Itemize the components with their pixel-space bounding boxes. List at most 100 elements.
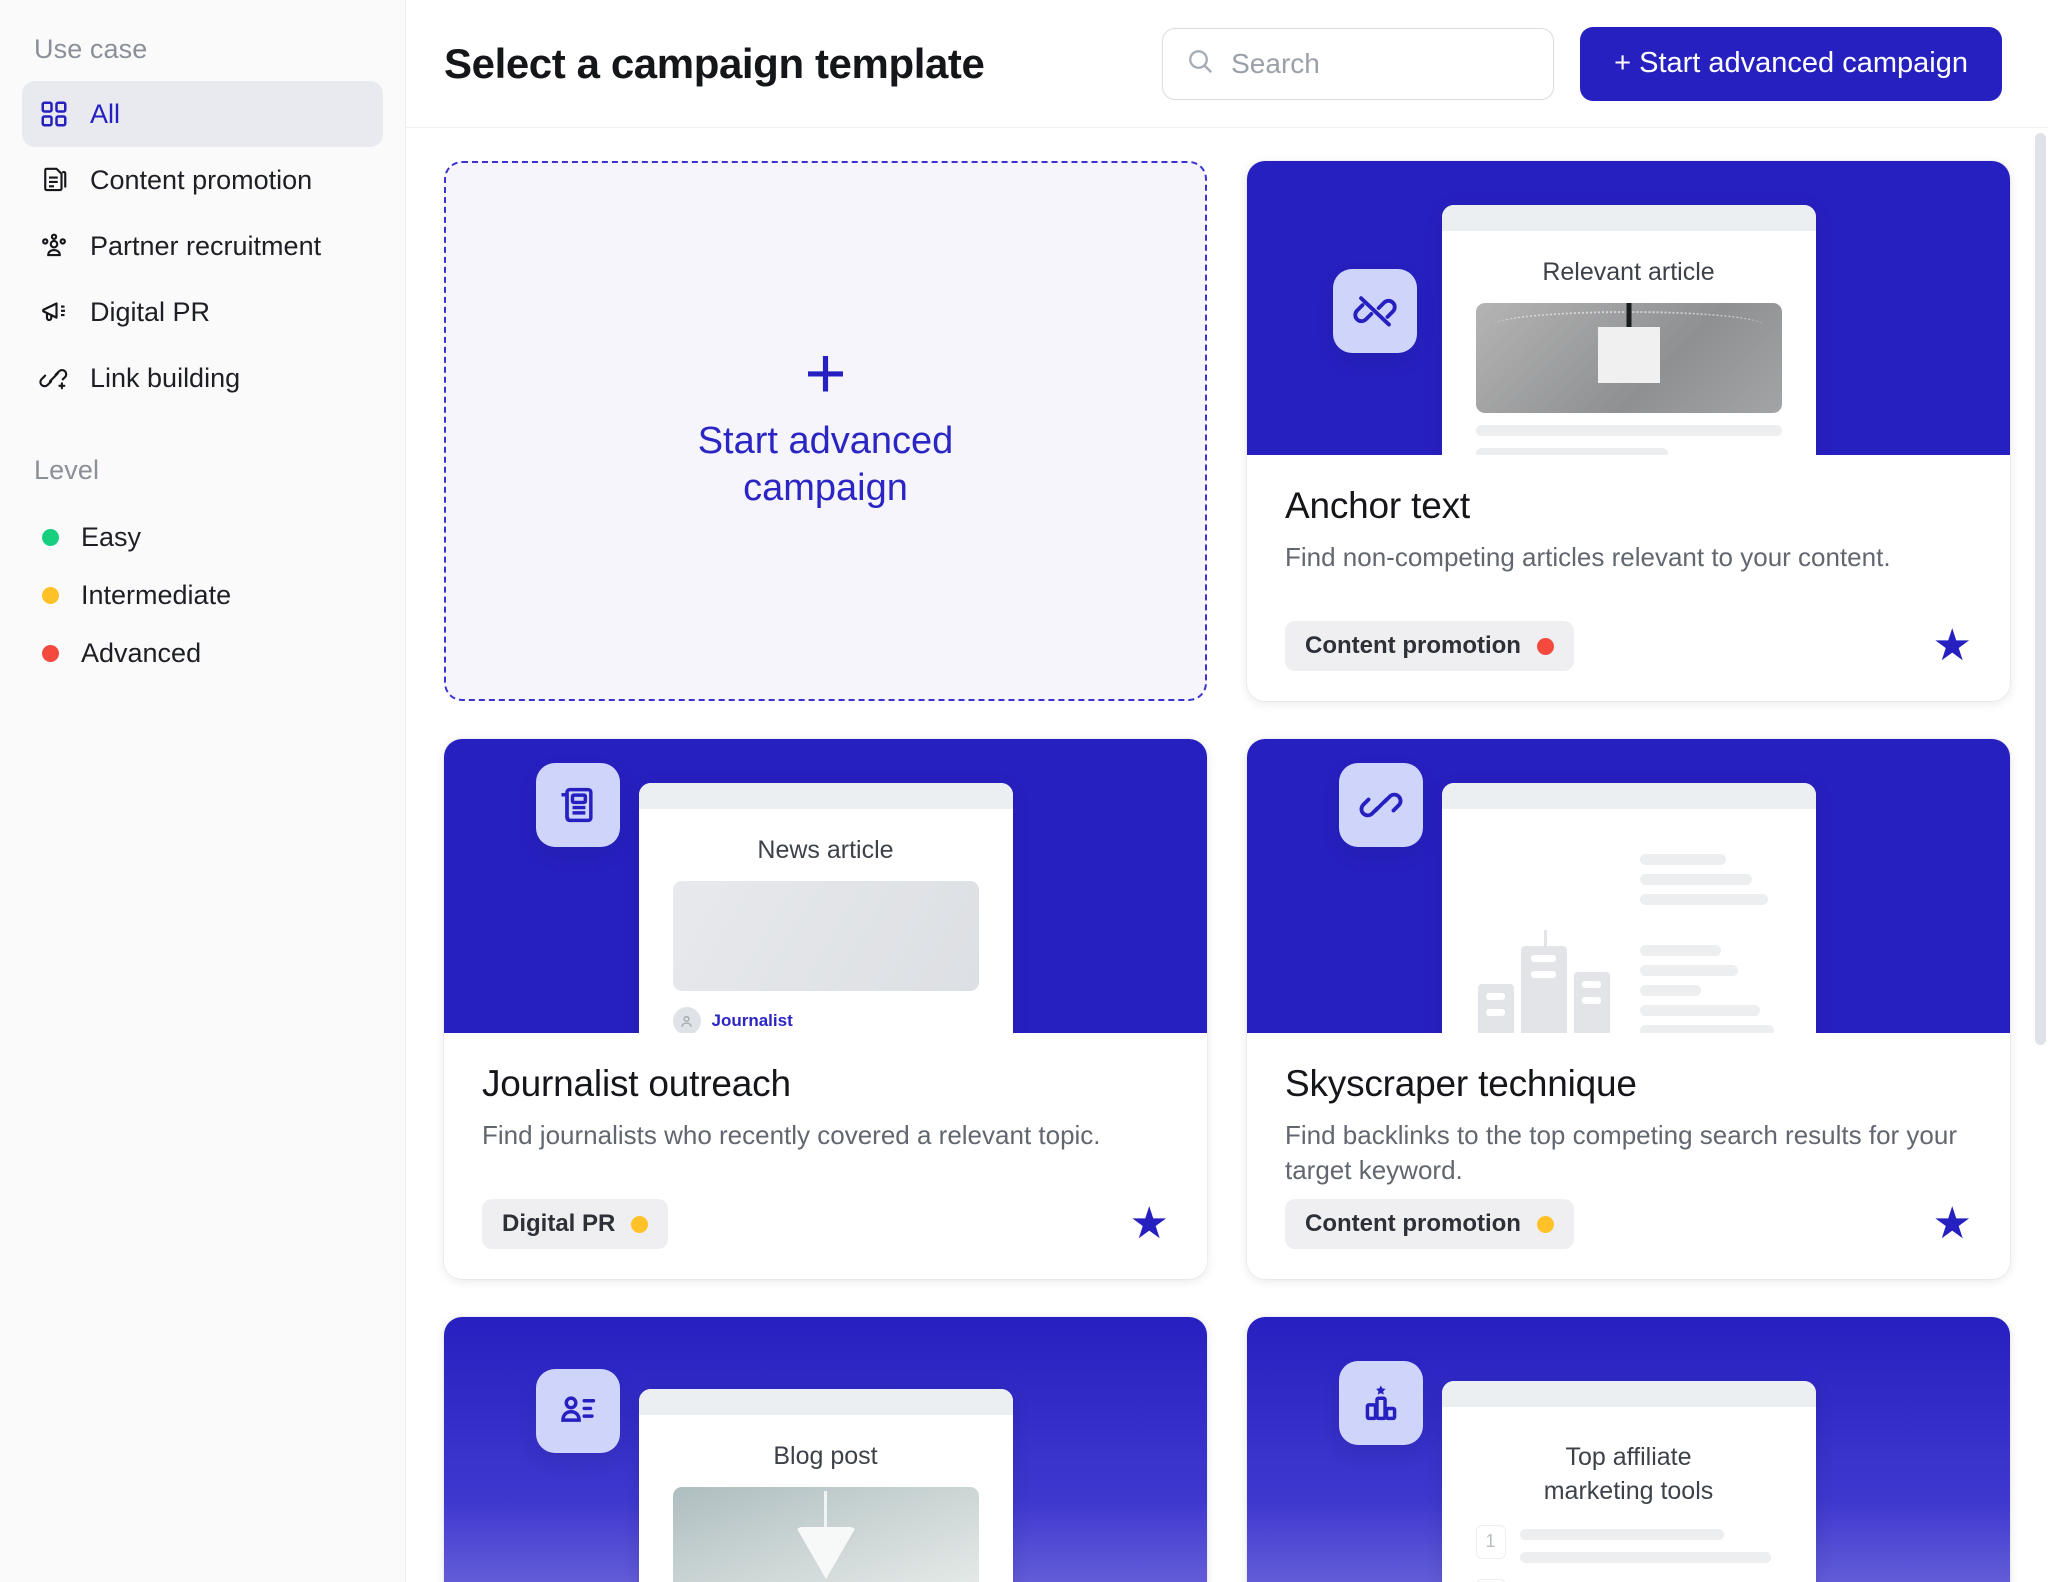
tag-label: Content promotion (1305, 1210, 1521, 1237)
level-filter-easy[interactable]: Easy (22, 508, 383, 566)
browser-mockup: Top affiliate marketing tools 1 (1441, 1381, 1816, 1582)
megaphone-icon (38, 296, 70, 328)
building-tall (1520, 930, 1567, 1033)
avatar (672, 1007, 701, 1033)
template-card-journalist-outreach[interactable]: News article Journalist Journalist outre… (444, 739, 1207, 1279)
sidebar-item-digital-pr[interactable]: Digital PR (22, 279, 383, 345)
start-advanced-campaign-button[interactable]: + Start advanced campaign (1580, 26, 2002, 101)
sidebar-item-all[interactable]: All (22, 81, 383, 147)
main-content: Select a campaign template Search + Star… (406, 0, 2048, 1582)
app-root: Use case All Content promotion Partner r… (0, 0, 2048, 1582)
browser-mockup: News article Journalist (638, 783, 1013, 1033)
favorite-star-icon[interactable]: ★ (1130, 1202, 1169, 1246)
sidebar-item-label: All (90, 98, 121, 129)
level-heading: Level (34, 455, 100, 485)
mockup-body: Blog post (639, 1415, 1013, 1582)
card-footer: Content promotion ★ (1285, 1199, 1972, 1279)
mockup-titlebar (638, 1389, 1013, 1415)
placeholder-line (1639, 985, 1702, 996)
card-body: Skyscraper technique Find backlinks to t… (1247, 1033, 2010, 1279)
level-filter-intermediate[interactable]: Intermediate (22, 566, 383, 624)
scrollbar-thumb[interactable] (2035, 133, 2046, 1045)
byline-name: Journalist (711, 1011, 793, 1030)
price-tag-illustration (1476, 303, 1782, 413)
ranked-item: 1 (1475, 1524, 1782, 1563)
level-label: Easy (81, 521, 142, 552)
building-medium (1573, 972, 1610, 1033)
placeholder-line (1639, 854, 1727, 865)
text-placeholder-group (1639, 845, 1780, 1033)
template-card-affiliate-roundup[interactable]: Top affiliate marketing tools 1 (1247, 1317, 2010, 1582)
template-card-anchor-text[interactable]: Relevant article Anchor text Find non-co… (1247, 161, 2010, 701)
mockup-body (1442, 809, 1816, 1033)
sidebar-item-content-promotion[interactable]: Content promotion (22, 147, 383, 213)
skyscraper-illustration (1468, 819, 1790, 1033)
sidebar-item-label: Content promotion (90, 164, 313, 195)
template-card-blogger-outreach[interactable]: Blog post (444, 1317, 1207, 1582)
filter-sidebar: Use case All Content promotion Partner r… (0, 0, 406, 1582)
page-header: Select a campaign template Search + Star… (406, 0, 2048, 128)
card-thumbnail (1247, 739, 2010, 1033)
mockup-titlebar (1441, 205, 1816, 231)
ranked-list: 1 2 (1475, 1524, 1782, 1582)
mockup-titlebar (1441, 1381, 1816, 1407)
tag-square (1597, 327, 1660, 383)
lamp-cord (824, 1491, 827, 1527)
placeholder-line (1639, 965, 1738, 976)
lamp-illustration (673, 1487, 979, 1582)
users-icon (38, 230, 70, 262)
placeholder-line (1519, 1551, 1772, 1563)
card-title: Anchor text (1285, 485, 1470, 526)
link-icon (1339, 763, 1423, 847)
placeholder-line (1519, 1528, 1724, 1540)
newspaper-icon (536, 763, 620, 847)
card-body: Anchor text Find non-competing articles … (1247, 455, 2010, 701)
sidebar-item-label: Partner recruitment (90, 230, 322, 261)
card-thumbnail: News article Journalist (444, 739, 1207, 1033)
level-dot (631, 1215, 649, 1233)
tag-label: Digital PR (502, 1210, 616, 1237)
search-icon (1185, 46, 1215, 81)
browser-mockup (1441, 783, 1816, 1033)
contact-card-icon (536, 1369, 620, 1453)
mockup-title: Blog post (773, 1442, 878, 1470)
plus-icon: + (804, 334, 847, 415)
search-placeholder: Search (1231, 47, 1320, 79)
placeholder-line (1639, 945, 1721, 956)
favorite-star-icon[interactable]: ★ (1933, 1202, 1972, 1246)
placeholder-line (1475, 425, 1782, 436)
template-grid-scroll: + Start advanced campaign Relevant artic… (406, 129, 2048, 1582)
sidebar-item-partner-recruitment[interactable]: Partner recruitment (22, 213, 383, 279)
buildings-group (1477, 930, 1610, 1033)
vertical-scrollbar[interactable] (2034, 129, 2048, 1582)
mockup-titlebar (638, 783, 1013, 809)
placeholder-line (1475, 448, 1669, 455)
card-description: Find journalists who recently covered a … (482, 1119, 1101, 1150)
card-thumbnail: Relevant article (1247, 161, 2010, 455)
document-icon (38, 164, 70, 196)
browser-mockup: Blog post (638, 1389, 1013, 1582)
placeholder-line (1639, 1005, 1760, 1016)
favorite-star-icon[interactable]: ★ (1933, 624, 1972, 668)
rank-lines (1519, 1525, 1782, 1563)
card-title: Skyscraper technique (1285, 1063, 1637, 1104)
start-advanced-campaign-card-label: Start advanced campaign (697, 419, 954, 510)
search-input[interactable]: Search (1162, 27, 1555, 100)
antenna (1543, 930, 1547, 946)
start-advanced-campaign-card[interactable]: + Start advanced campaign (444, 161, 1207, 701)
level-label: Advanced (81, 637, 202, 668)
card-footer: Digital PR ★ (482, 1199, 1169, 1279)
card-footer: Content promotion ★ (1285, 621, 1972, 701)
card-title: Journalist outreach (482, 1063, 791, 1104)
rank-number: 1 (1475, 1524, 1506, 1559)
sidebar-item-link-building[interactable]: Link building (22, 345, 383, 411)
rank-number: 2 (1475, 1578, 1506, 1582)
level-dot-intermediate (42, 586, 59, 604)
broken-link-icon (1333, 269, 1417, 353)
template-card-skyscraper-technique[interactable]: Skyscraper technique Find backlinks to t… (1247, 739, 2010, 1279)
mockup-titlebar (1441, 783, 1816, 809)
mockup-hero-image (672, 1487, 979, 1582)
card-body: Journalist outreach Find journalists who… (444, 1033, 1207, 1279)
mockup-hero-image (1475, 303, 1782, 413)
level-filter-advanced[interactable]: Advanced (22, 624, 383, 682)
